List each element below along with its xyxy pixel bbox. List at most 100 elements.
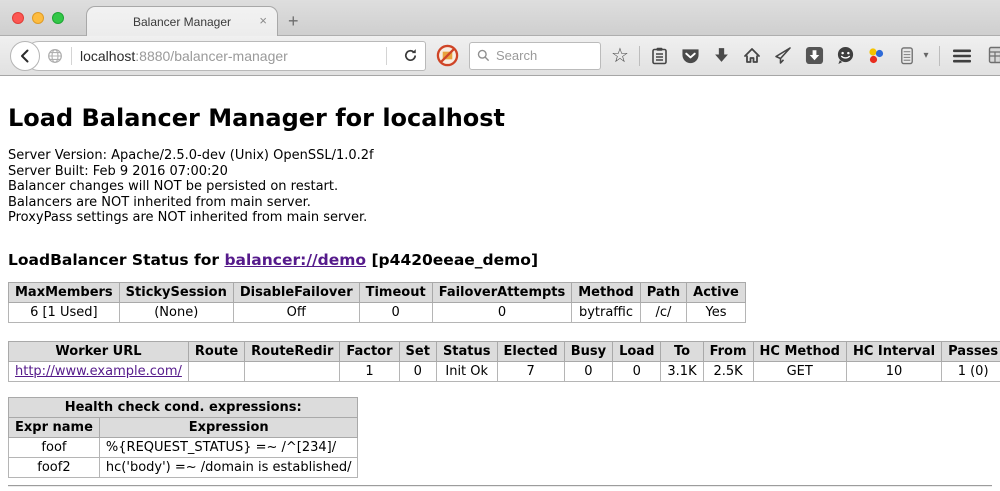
table-row: foof %{REQUEST_STATUS} =~ /^[234]/ <box>9 437 358 457</box>
col-method: Method <box>572 282 640 302</box>
battery-icon <box>900 46 914 65</box>
video-download-icon <box>805 46 824 65</box>
window-controls <box>12 12 64 24</box>
table-caption-row: Health check cond. expressions: <box>9 397 358 417</box>
cell-busy: 0 <box>564 361 612 381</box>
col-expr-name: Expr name <box>9 417 100 437</box>
tab-close-icon[interactable]: × <box>259 14 267 28</box>
cell-expr-name-foof: foof <box>9 437 100 457</box>
home-button[interactable] <box>740 43 764 69</box>
smiley-icon <box>836 46 855 65</box>
col-maxmembers: MaxMembers <box>9 282 120 302</box>
col-factor: Factor <box>340 341 399 361</box>
star-icon: ☆ <box>611 46 629 66</box>
search-bar[interactable]: Search <box>469 42 601 70</box>
col-to: To <box>661 341 703 361</box>
inherit-notice-line: Balancers are NOT inherited from main se… <box>8 195 992 211</box>
col-failoverattempts: FailoverAttempts <box>432 282 572 302</box>
col-path: Path <box>640 282 686 302</box>
col-expression: Expression <box>99 417 358 437</box>
col-from: From <box>703 341 753 361</box>
cell-active: Yes <box>687 302 746 322</box>
reload-button[interactable] <box>395 43 425 69</box>
window-close-button[interactable] <box>12 12 24 24</box>
cell-stickysession: (None) <box>119 302 233 322</box>
cell-passes: 1 (0) <box>942 361 1000 381</box>
color-dots-icon <box>867 47 885 65</box>
tab-balancer-manager[interactable]: Balancer Manager × <box>86 6 278 36</box>
back-button[interactable] <box>10 41 40 71</box>
downloads-button[interactable] <box>709 43 733 69</box>
video-download-button[interactable] <box>802 43 826 69</box>
search-placeholder: Search <box>496 48 537 63</box>
url-text[interactable]: localhost:8880/balancer-manager <box>80 48 378 64</box>
pocket-icon <box>681 47 700 65</box>
worker-status-table: Worker URL Route RouteRedir Factor Set S… <box>8 341 1000 382</box>
cell-path: /c/ <box>640 302 686 322</box>
col-timeout: Timeout <box>359 282 432 302</box>
menu-button[interactable] <box>950 43 974 69</box>
blocked-plugin-icon <box>436 44 459 67</box>
toolbar-divider <box>639 46 640 66</box>
cell-expression-foof: %{REQUEST_STATUS} =~ /^[234]/ <box>99 437 358 457</box>
health-check-table: Health check cond. expressions: Expr nam… <box>8 397 358 478</box>
col-route: Route <box>188 341 244 361</box>
col-busy: Busy <box>564 341 612 361</box>
new-tab-button[interactable]: + <box>288 11 299 32</box>
status-heading-suffix: [p4420eeae_demo] <box>366 251 538 269</box>
url-path: :8880/balancer-manager <box>135 48 288 64</box>
worker-url-link[interactable]: http://www.example.com/ <box>15 364 182 379</box>
cell-method: bytraffic <box>572 302 640 322</box>
col-elected: Elected <box>497 341 564 361</box>
tab-groups-button[interactable] <box>986 43 1000 69</box>
send-tab-button[interactable] <box>771 43 795 69</box>
col-disablefailover: DisableFailover <box>233 282 359 302</box>
cell-factor: 1 <box>340 361 399 381</box>
navigation-toolbar: localhost:8880/balancer-manager Search ☆ <box>0 36 1000 76</box>
server-built-line: Server Built: Feb 9 2016 07:00:20 <box>8 164 992 180</box>
server-version-line: Server Version: Apache/2.5.0-dev (Unix) … <box>8 148 992 164</box>
tab-groups-icon <box>988 46 1000 65</box>
cell-status: Init Ok <box>436 361 497 381</box>
page-content: Load Balancer Manager for localhost Serv… <box>0 76 1000 487</box>
persist-notice-line: Balancer changes will NOT be persisted o… <box>8 179 992 195</box>
url-divider <box>71 47 72 65</box>
status-heading-prefix: LoadBalancer Status for <box>8 251 224 269</box>
table-row: http://www.example.com/ 1 0 Init Ok 7 0 … <box>9 361 1000 381</box>
chat-extension-button[interactable] <box>833 43 857 69</box>
session-manager-dropdown[interactable]: ▾ <box>920 43 932 69</box>
cell-disablefailover: Off <box>233 302 359 322</box>
clipboard-icon <box>651 47 668 65</box>
col-hc-method: HC Method <box>753 341 846 361</box>
balancer-demo-link[interactable]: balancer://demo <box>224 251 366 269</box>
tab-title: Balancer Manager <box>133 15 231 29</box>
download-arrow-icon <box>713 47 730 64</box>
globe-icon <box>47 48 63 64</box>
url-bar[interactable]: localhost:8880/balancer-manager <box>24 41 426 71</box>
window-minimize-button[interactable] <box>32 12 44 24</box>
window-zoom-button[interactable] <box>52 12 64 24</box>
cell-to: 3.1K <box>661 361 703 381</box>
col-active: Active <box>687 282 746 302</box>
col-status: Status <box>436 341 497 361</box>
flashblock-button[interactable] <box>435 44 459 68</box>
cell-routeredir <box>245 361 340 381</box>
proxypass-notice-line: ProxyPass settings are NOT inherited fro… <box>8 210 992 226</box>
balancer-settings-table: MaxMembers StickySession DisableFailover… <box>8 282 746 323</box>
search-icon <box>477 49 490 62</box>
bookmark-star-button[interactable]: ☆ <box>608 43 632 69</box>
col-load: Load <box>613 341 661 361</box>
reload-icon <box>403 48 418 63</box>
paper-plane-icon <box>774 47 792 64</box>
colorful-extension-button[interactable] <box>864 43 888 69</box>
cell-failoverattempts: 0 <box>432 302 572 322</box>
home-icon <box>743 47 761 64</box>
table-header-row: Expr name Expression <box>9 417 358 437</box>
pocket-button[interactable] <box>678 43 702 69</box>
chevron-down-icon: ▾ <box>923 50 928 61</box>
footer-divider <box>8 485 992 487</box>
col-set: Set <box>399 341 436 361</box>
session-manager-button[interactable] <box>895 43 919 69</box>
reading-list-button[interactable] <box>647 43 671 69</box>
cell-hc-interval: 10 <box>846 361 941 381</box>
